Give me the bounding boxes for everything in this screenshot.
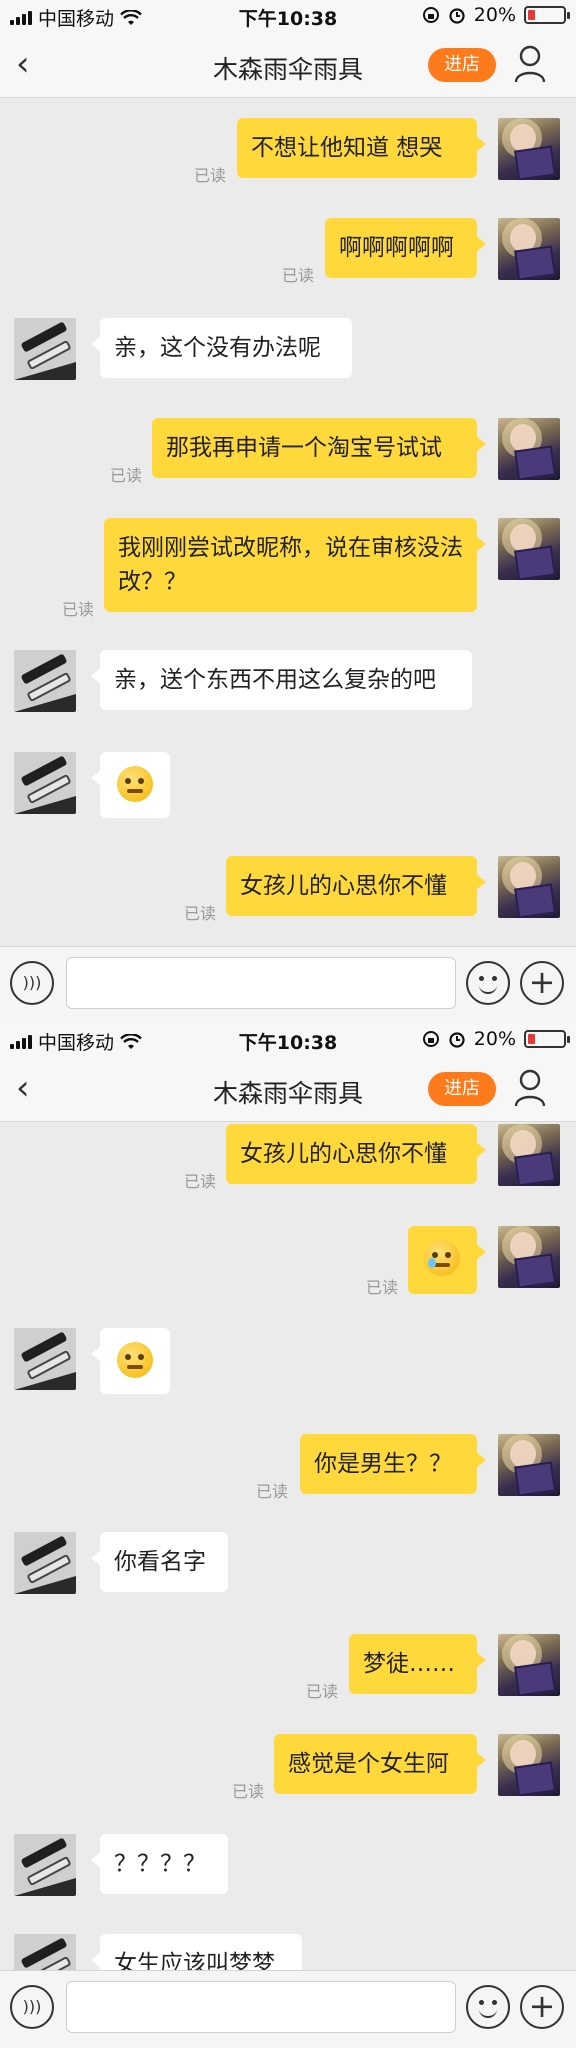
read-status: 已读 bbox=[282, 266, 315, 285]
alarm-icon bbox=[449, 8, 465, 24]
my-avatar[interactable] bbox=[498, 1434, 560, 1496]
alarm-icon bbox=[449, 1032, 465, 1048]
nav-bar: ‹ 木森雨伞雨具 进店 bbox=[0, 1058, 576, 1122]
shop-avatar[interactable] bbox=[14, 752, 76, 814]
nav-bar: ‹ 木森雨伞雨具 进店 bbox=[0, 34, 576, 98]
emoji-bubble-out[interactable] bbox=[408, 1226, 486, 1294]
message-bubble-out[interactable]: 啊啊啊啊啊 bbox=[325, 218, 486, 278]
my-avatar[interactable] bbox=[498, 218, 560, 280]
emoji-face-icon[interactable] bbox=[466, 1985, 510, 2029]
enter-store-button[interactable]: 进店 bbox=[428, 48, 496, 82]
status-bar: 中国移动 下午10:38 20% bbox=[0, 0, 576, 34]
emoji-bubble-in[interactable] bbox=[91, 1328, 170, 1394]
message-bubble-out[interactable]: 梦徒…… bbox=[349, 1634, 486, 1694]
message-input[interactable] bbox=[66, 1981, 456, 2033]
user-icon[interactable] bbox=[514, 44, 546, 84]
battery-icon bbox=[524, 1030, 570, 1048]
message-bubble-out[interactable]: 女孩儿的心思你不懂 bbox=[226, 856, 486, 916]
shop-avatar[interactable] bbox=[14, 1328, 76, 1390]
my-avatar[interactable] bbox=[498, 518, 560, 580]
read-status: 已读 bbox=[184, 1172, 217, 1191]
message-bubble-out[interactable]: 不想让他知道 想哭 bbox=[237, 118, 486, 178]
shop-avatar[interactable] bbox=[14, 1834, 76, 1896]
read-status: 已读 bbox=[184, 904, 217, 923]
message-bubble-out[interactable]: 感觉是个女生阿 bbox=[274, 1734, 486, 1794]
plus-icon[interactable]: + bbox=[520, 961, 564, 1005]
status-bar: 中国移动 下午10:38 20% bbox=[0, 1024, 576, 1058]
message-bubble-out[interactable]: 我刚刚尝试改昵称，说在审核没法改？？ bbox=[104, 518, 486, 612]
message-bubble-out[interactable]: 你是男生？？ bbox=[300, 1434, 486, 1494]
input-bar: ))) + bbox=[0, 946, 576, 1024]
battery-percent: 20% bbox=[473, 1028, 516, 1050]
shop-avatar[interactable] bbox=[14, 1532, 76, 1594]
message-bubble-out[interactable]: 那我再申请一个淘宝号试试 bbox=[152, 418, 486, 478]
message-bubble-in[interactable]: 你看名字 bbox=[91, 1532, 228, 1592]
dizzy-emoji-icon bbox=[117, 1342, 153, 1378]
crying-laughing-emoji-icon bbox=[424, 1240, 460, 1276]
emoji-bubble-in[interactable] bbox=[91, 752, 170, 818]
chat-screen-2: 中国移动 下午10:38 20% ‹ 木森雨伞雨具 进店 已读 女孩儿的心思你不… bbox=[0, 1024, 576, 2048]
my-avatar[interactable] bbox=[498, 1734, 560, 1796]
my-avatar[interactable] bbox=[498, 118, 560, 180]
read-status: 已读 bbox=[256, 1482, 289, 1501]
message-bubble-in[interactable]: ？？？？ bbox=[91, 1834, 228, 1894]
read-status: 已读 bbox=[366, 1278, 399, 1297]
emoji-face-icon[interactable] bbox=[466, 961, 510, 1005]
my-avatar[interactable] bbox=[498, 418, 560, 480]
rotation-lock-icon bbox=[422, 1031, 439, 1047]
shop-avatar[interactable] bbox=[14, 650, 76, 712]
chat-screen-1: 中国移动 下午10:38 20% ‹ 木森雨伞雨具 进店 已读 不想让他知道 想… bbox=[0, 0, 576, 1024]
shop-avatar[interactable] bbox=[14, 318, 76, 380]
user-icon[interactable] bbox=[514, 1068, 546, 1108]
read-status: 已读 bbox=[194, 166, 227, 185]
battery-icon bbox=[524, 6, 570, 24]
my-avatar[interactable] bbox=[498, 856, 560, 918]
message-bubble-in[interactable]: 亲，送个东西不用这么复杂的吧 bbox=[91, 650, 472, 710]
read-status: 已读 bbox=[306, 1682, 339, 1701]
message-bubble-out[interactable]: 女孩儿的心思你不懂 bbox=[226, 1124, 486, 1184]
message-bubble-in[interactable]: 亲，这个没有办法呢 bbox=[91, 318, 352, 378]
voice-icon[interactable]: ))) bbox=[10, 1985, 54, 2029]
input-bar: ))) + bbox=[0, 1970, 576, 2048]
my-avatar[interactable] bbox=[498, 1124, 560, 1186]
enter-store-button[interactable]: 进店 bbox=[428, 1072, 496, 1106]
rotation-lock-icon bbox=[422, 7, 439, 23]
message-input[interactable] bbox=[66, 957, 456, 1009]
plus-icon[interactable]: + bbox=[520, 1985, 564, 2029]
my-avatar[interactable] bbox=[498, 1634, 560, 1696]
my-avatar[interactable] bbox=[498, 1226, 560, 1288]
read-status: 已读 bbox=[62, 600, 95, 619]
read-status: 已读 bbox=[110, 466, 143, 485]
voice-icon[interactable]: ))) bbox=[10, 961, 54, 1005]
battery-percent: 20% bbox=[473, 4, 516, 26]
thinking-emoji-icon bbox=[117, 766, 153, 802]
read-status: 已读 bbox=[232, 1782, 265, 1801]
